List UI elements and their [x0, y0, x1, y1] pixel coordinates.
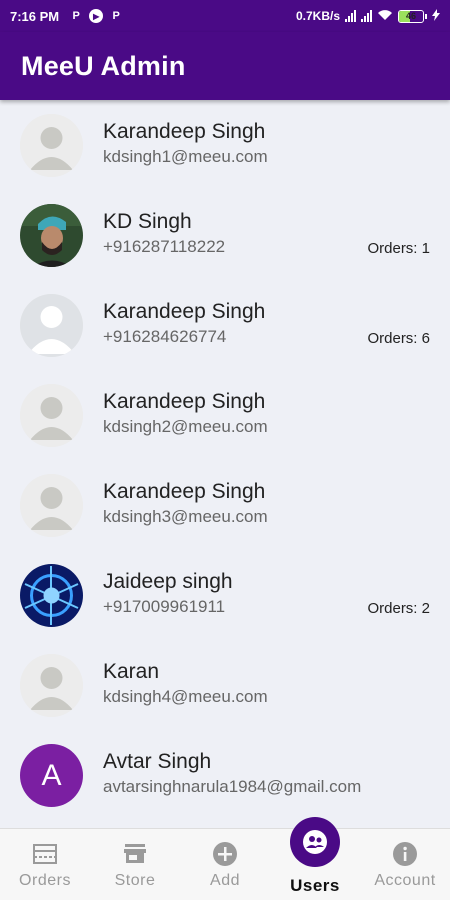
- nav-add[interactable]: Add: [180, 829, 270, 900]
- default-avatar-icon: [20, 114, 83, 177]
- user-contact: kdsingh3@meeu.com: [103, 507, 268, 526]
- nav-account[interactable]: Account: [360, 829, 450, 900]
- user-name: Karandeep Singh: [103, 300, 266, 323]
- info-icon: [392, 841, 418, 867]
- store-icon: [122, 841, 148, 867]
- default-avatar-icon: [20, 474, 83, 537]
- nav-store[interactable]: Store: [90, 829, 180, 900]
- nav-users[interactable]: Users: [270, 817, 360, 900]
- user-contact: +916284626774: [103, 327, 227, 346]
- user-row[interactable]: Jaideep singh +917009961911 Orders: 2: [0, 550, 450, 640]
- user-name: Karandeep Singh: [103, 480, 266, 503]
- p-icon: P: [112, 10, 120, 22]
- letter-avatar: A: [20, 744, 83, 807]
- user-row[interactable]: Karandeep Singh kdsingh1@meeu.com: [0, 100, 450, 190]
- user-contact: +917009961911: [103, 597, 226, 616]
- default-avatar-icon: [20, 384, 83, 447]
- user-list: Karandeep Singh kdsingh1@meeu.com KD Sin…: [0, 100, 450, 828]
- order-count: Orders: 6: [367, 330, 430, 347]
- bottom-nav: Orders Store Add Users Account: [0, 817, 450, 900]
- orders-icon: [32, 841, 58, 867]
- user-contact: avtarsinghnarula1984@gmail.com: [103, 777, 362, 796]
- signal-icon: [361, 10, 372, 22]
- battery-level: 46: [405, 10, 416, 21]
- status-bar: 7:16 PM P ▶ P 0.7KB/s 46: [0, 0, 450, 32]
- user-name: Karandeep Singh: [103, 390, 266, 413]
- default-avatar-icon: [20, 654, 83, 717]
- user-contact: kdsingh4@meeu.com: [103, 687, 268, 706]
- user-row[interactable]: Karan kdsingh4@meeu.com: [0, 640, 450, 730]
- user-name: Jaideep singh: [103, 570, 233, 593]
- nav-label: Add: [210, 872, 240, 889]
- users-icon: [290, 817, 340, 867]
- app-bar: MeeU Admin: [0, 32, 450, 100]
- user-name: Karandeep Singh: [103, 120, 266, 143]
- user-contact: kdsingh2@meeu.com: [103, 417, 268, 436]
- user-photo-avatar: [20, 564, 83, 627]
- order-count: Orders: 2: [367, 600, 430, 617]
- nav-label: Orders: [19, 872, 71, 889]
- user-name: Karan: [103, 660, 160, 683]
- user-row[interactable]: Karandeep Singh kdsingh3@meeu.com: [0, 460, 450, 550]
- user-row[interactable]: Karandeep Singh +916284626774 Orders: 6: [0, 280, 450, 370]
- p-icon: P: [72, 10, 80, 22]
- wifi-icon: [377, 9, 393, 24]
- play-icon: ▶: [89, 9, 104, 23]
- user-name: Avtar Singh: [103, 750, 212, 773]
- add-icon: [212, 841, 238, 867]
- order-count: Orders: 1: [367, 240, 430, 257]
- charging-icon: [432, 8, 440, 24]
- status-time: 7:16 PM: [10, 8, 60, 24]
- user-row[interactable]: KD Singh +916287118222 Orders: 1: [0, 190, 450, 280]
- user-photo-avatar: [20, 204, 83, 267]
- user-contact: kdsingh1@meeu.com: [103, 147, 268, 166]
- nav-label: Account: [374, 872, 436, 889]
- signal-icon: [345, 10, 356, 22]
- network-speed: 0.7KB/s: [295, 9, 340, 23]
- default-avatar-icon: [20, 294, 83, 357]
- user-row[interactable]: Karandeep Singh kdsingh2@meeu.com: [0, 370, 450, 460]
- nav-orders[interactable]: Orders: [0, 829, 90, 900]
- nav-label: Store: [114, 872, 156, 889]
- user-row[interactable]: A Avtar Singh avtarsinghnarula1984@gmail…: [0, 730, 450, 820]
- page-title: MeeU Admin: [21, 50, 186, 81]
- user-contact: +916287118222: [103, 237, 226, 256]
- user-name: KD Singh: [103, 210, 192, 233]
- nav-label: Users: [290, 876, 340, 895]
- battery-icon: 46: [398, 9, 427, 23]
